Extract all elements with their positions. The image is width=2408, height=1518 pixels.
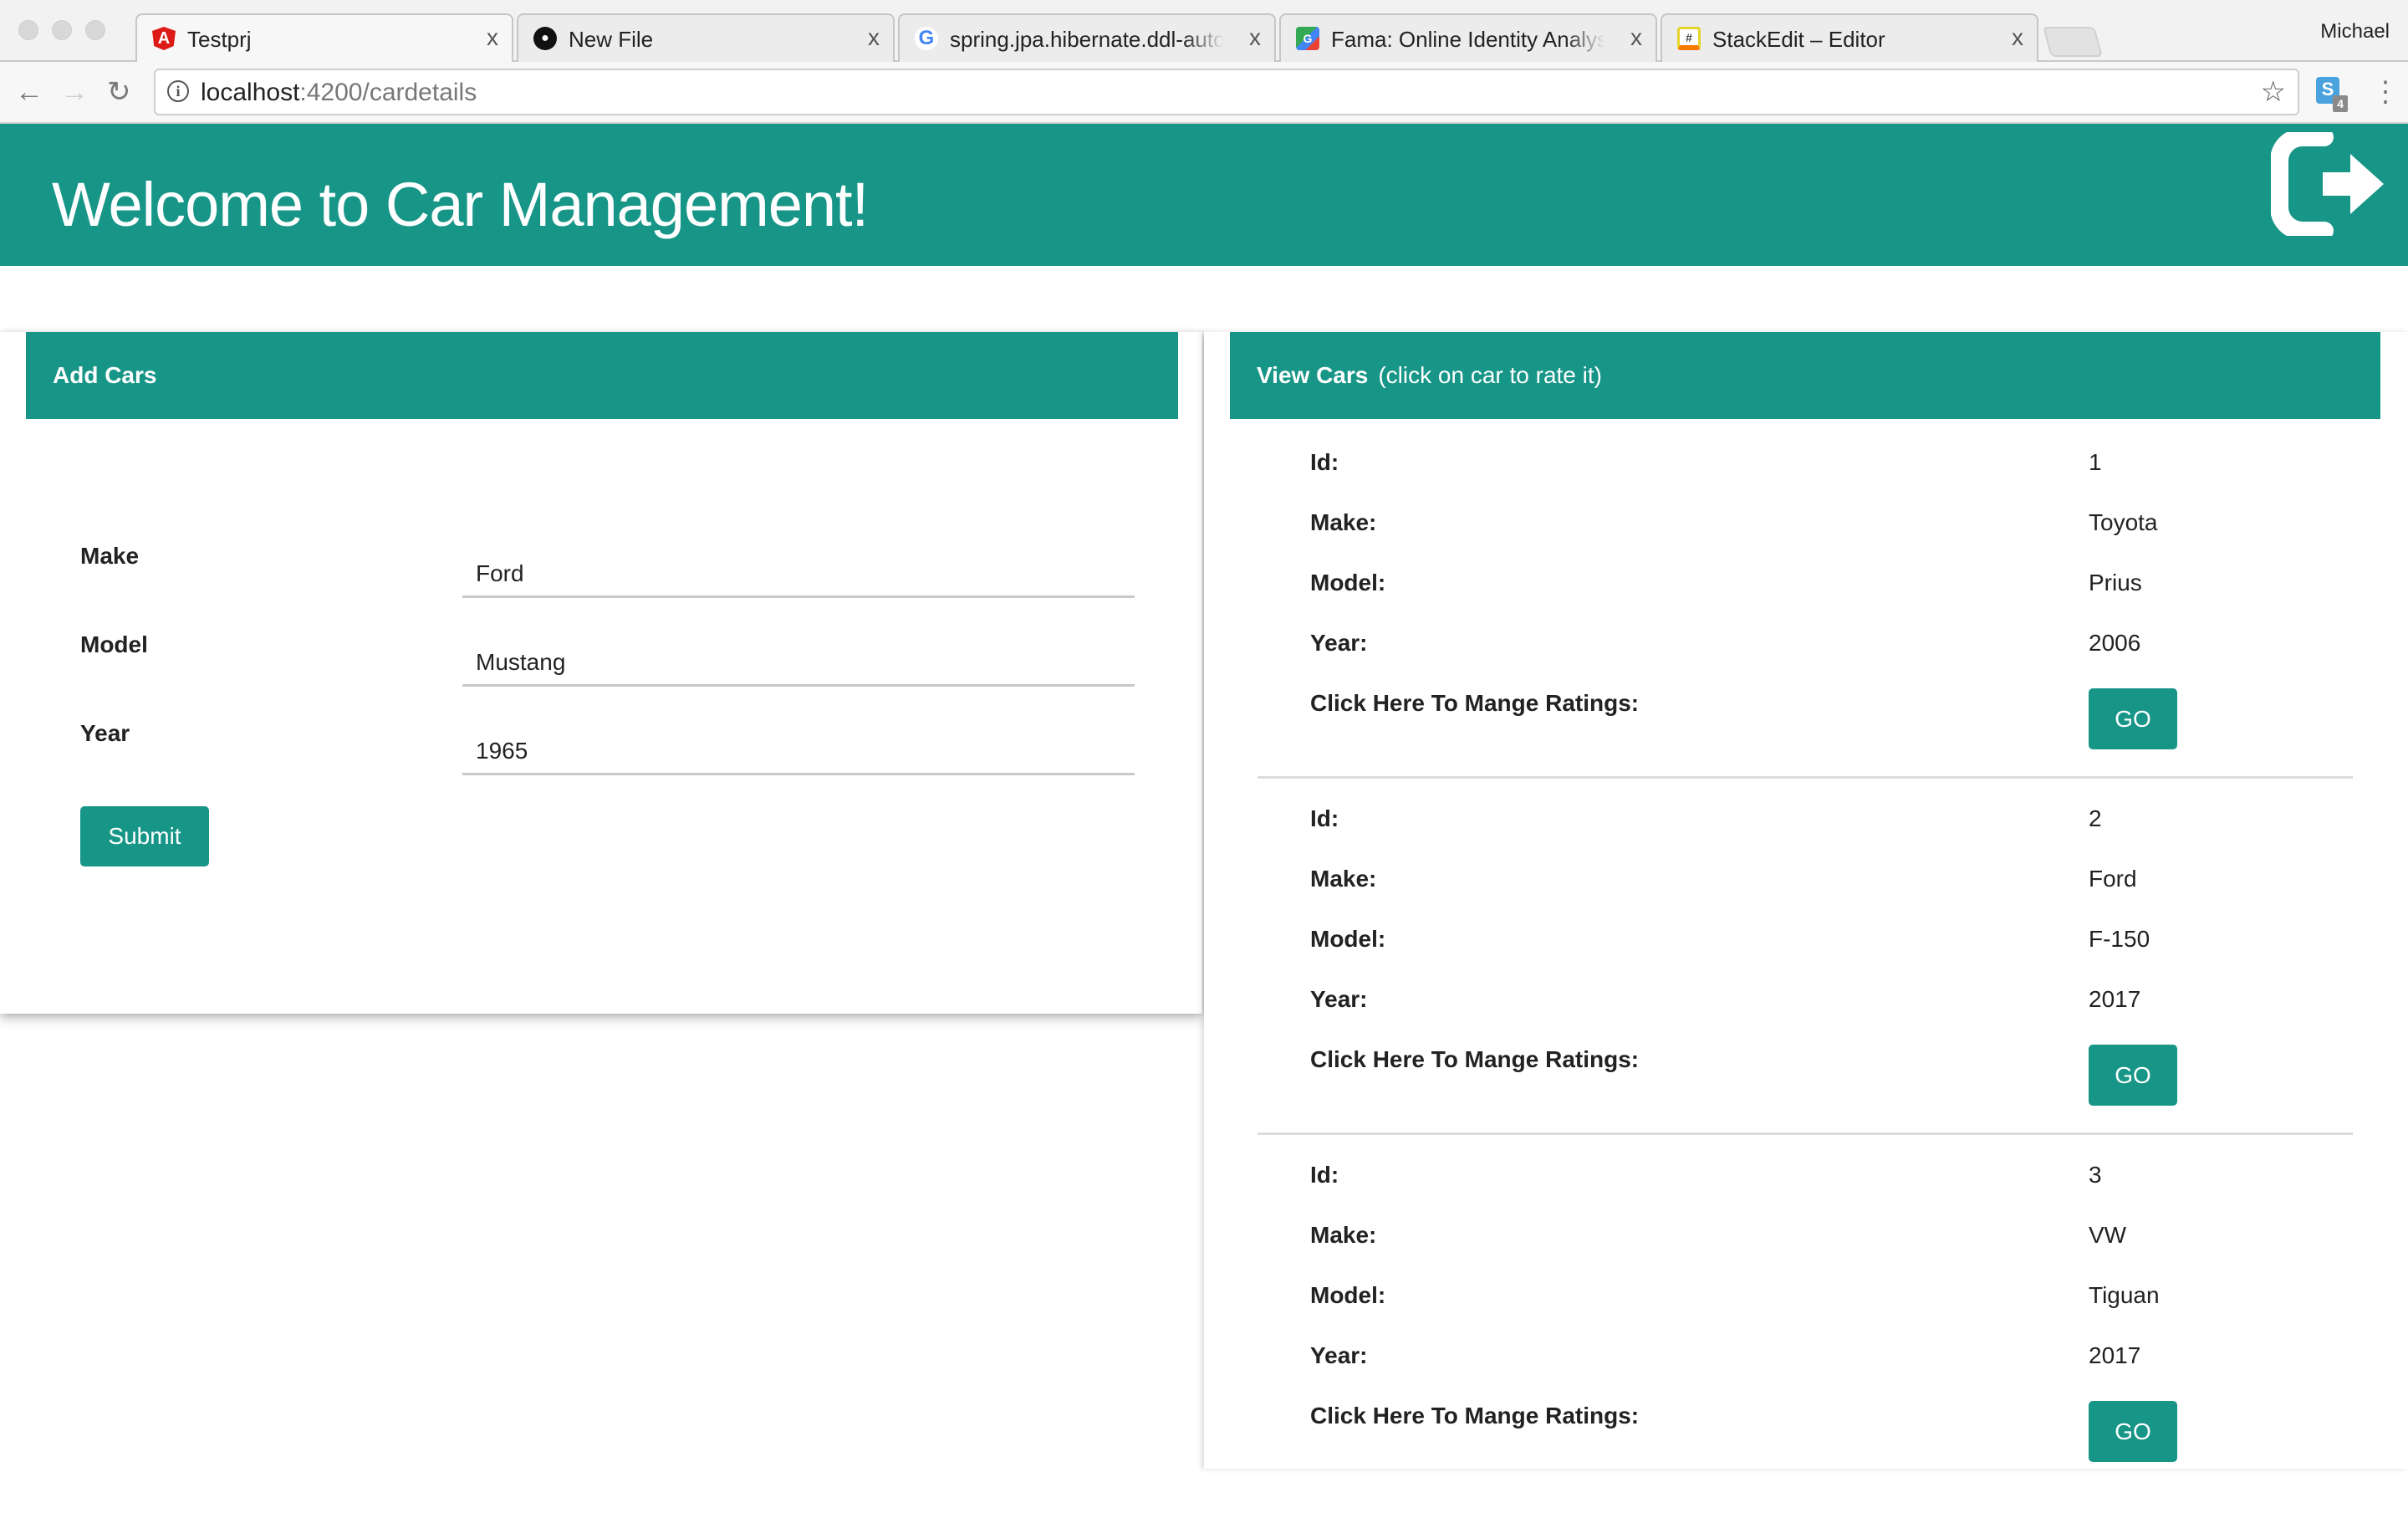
forward-arrow-icon[interactable]: → [60, 75, 89, 109]
make-label: Make: [1310, 866, 1377, 892]
view-cars-title: View Cars [1257, 362, 1369, 388]
info-icon[interactable]: i [167, 80, 189, 102]
extension-badge: 4 [2333, 95, 2348, 112]
year-label: Year: [1310, 986, 1368, 1012]
view-cars-header: View Cars (click on car to rate it) [1230, 332, 2380, 419]
skype-extension-icon[interactable]: S4 [2316, 77, 2348, 112]
google-icon: G [915, 27, 938, 50]
year-input[interactable] [462, 728, 1135, 775]
new-tab-button[interactable] [2043, 27, 2103, 57]
car-make: Ford [2089, 866, 2137, 892]
window-close-button[interactable] [18, 20, 38, 40]
make-label: Make: [1310, 509, 1377, 535]
tab-title: Fama: Online Identity Analysis t [1331, 27, 1605, 52]
model-label: Model: [1310, 570, 1386, 595]
browser-tab-fama[interactable]: G Fama: Online Identity Analysis t x [1279, 13, 1657, 62]
address-bar[interactable]: i localhost:4200/cardetails ☆ [154, 69, 2299, 115]
make-label: Make: [1310, 1222, 1377, 1248]
url-text[interactable]: localhost:4200/cardetails [201, 79, 477, 107]
car-item[interactable]: Id: 3 Make: VW Model: Tiguan Year: 2017 … [1204, 1162, 2408, 1518]
reload-icon[interactable]: ↻ [107, 75, 131, 109]
id-label: Id: [1310, 1162, 1339, 1188]
github-icon: ● [533, 27, 557, 50]
url-host: localhost [201, 79, 300, 106]
url-path: :4200/cardetails [299, 79, 477, 106]
car-id: 1 [2089, 449, 2102, 475]
close-tab-icon[interactable]: x [868, 24, 880, 50]
car-item[interactable]: Id: 2 Make: Ford Model: F-150 Year: 2017… [1204, 805, 2408, 1162]
car-model: F-150 [2089, 926, 2150, 952]
profile-name[interactable]: Michael [2320, 20, 2390, 43]
close-tab-icon[interactable]: x [487, 24, 498, 50]
app-header: Welcome to Car Management! [0, 124, 2408, 266]
car-year: 2017 [2089, 986, 2141, 1012]
id-label: Id: [1310, 449, 1339, 475]
view-cars-card: View Cars (click on car to rate it) Id: 1… [1204, 332, 2408, 1469]
ratings-label: Click Here To Mange Ratings: [1310, 690, 1640, 716]
car-model: Prius [2089, 570, 2142, 595]
car-id: 3 [2089, 1162, 2102, 1188]
make-input[interactable] [462, 551, 1135, 598]
year-label: Year: [1310, 1342, 1368, 1368]
car-make: Toyota [2089, 509, 2158, 535]
tab-title: spring.jpa.hibernate.ddl-auto = [950, 27, 1224, 52]
back-arrow-icon[interactable]: ← [15, 75, 43, 109]
model-label: Model: [1310, 926, 1386, 952]
view-cars-title-wrap: View Cars (click on car to rate it) [1257, 362, 1602, 389]
tab-title: New File [569, 27, 654, 52]
model-label: Model [80, 631, 148, 657]
ratings-label: Click Here To Mange Ratings: [1310, 1403, 1640, 1429]
go-ratings-button[interactable]: GO [2089, 688, 2177, 749]
id-label: Id: [1310, 805, 1339, 831]
browser-tab-stackedit[interactable]: # StackEdit – Editor x [1661, 13, 2038, 62]
car-year: 2017 [2089, 1342, 2141, 1368]
window-zoom-button[interactable] [85, 20, 105, 40]
add-cars-title: Add Cars [53, 362, 157, 388]
year-label: Year: [1310, 630, 1368, 656]
car-item[interactable]: Id: 1 Make: Toyota Model: Prius Year: 20… [1204, 449, 2408, 805]
stackedit-icon: # [1677, 27, 1701, 50]
view-cars-subtitle: (click on car to rate it) [1378, 362, 1602, 388]
car-divider [1258, 1132, 2353, 1135]
page-title: Welcome to Car Management! [52, 170, 869, 239]
tab-title: StackEdit – Editor [1712, 27, 1885, 52]
browser-tab-spring-jpa[interactable]: G spring.jpa.hibernate.ddl-auto = x [898, 13, 1276, 62]
submit-button[interactable]: Submit [80, 806, 209, 866]
tab-title: Testprj [187, 27, 252, 52]
browser-toolbar: ← → ↻ i localhost:4200/cardetails ☆ S4 ⋮ [0, 62, 2408, 124]
model-input[interactable] [462, 640, 1135, 687]
browser-menu-icon[interactable]: ⋮ [2371, 75, 2400, 109]
car-year: 2006 [2089, 630, 2141, 656]
browser-tab-strip: A Testprj x ● New File x G spring.jpa.hi… [0, 0, 2408, 64]
close-tab-icon[interactable]: x [1630, 24, 1642, 50]
bookmark-star-icon[interactable]: ☆ [2261, 75, 2286, 109]
go-ratings-button[interactable]: GO [2089, 1045, 2177, 1106]
google-maps-icon: G [1296, 27, 1319, 50]
logout-icon[interactable] [2271, 132, 2388, 236]
make-label: Make [80, 543, 140, 569]
car-divider [1258, 776, 2353, 779]
window-minimize-button[interactable] [52, 20, 72, 40]
model-label: Model: [1310, 1282, 1386, 1308]
add-cars-card: Add Cars Make Model Year Submit [0, 332, 1202, 1014]
go-ratings-button[interactable]: GO [2089, 1401, 2177, 1462]
year-label: Year [80, 720, 130, 746]
car-make: VW [2089, 1222, 2127, 1248]
close-tab-icon[interactable]: x [1249, 24, 1261, 50]
car-model: Tiguan [2089, 1282, 2160, 1308]
add-cars-header: Add Cars [26, 332, 1178, 419]
browser-tab-new-file[interactable]: ● New File x [517, 13, 895, 62]
close-tab-icon[interactable]: x [2012, 24, 2023, 50]
angular-icon: A [152, 27, 176, 50]
browser-tab-testprj[interactable]: A Testprj x [135, 13, 513, 64]
car-id: 2 [2089, 805, 2102, 831]
ratings-label: Click Here To Mange Ratings: [1310, 1046, 1640, 1072]
